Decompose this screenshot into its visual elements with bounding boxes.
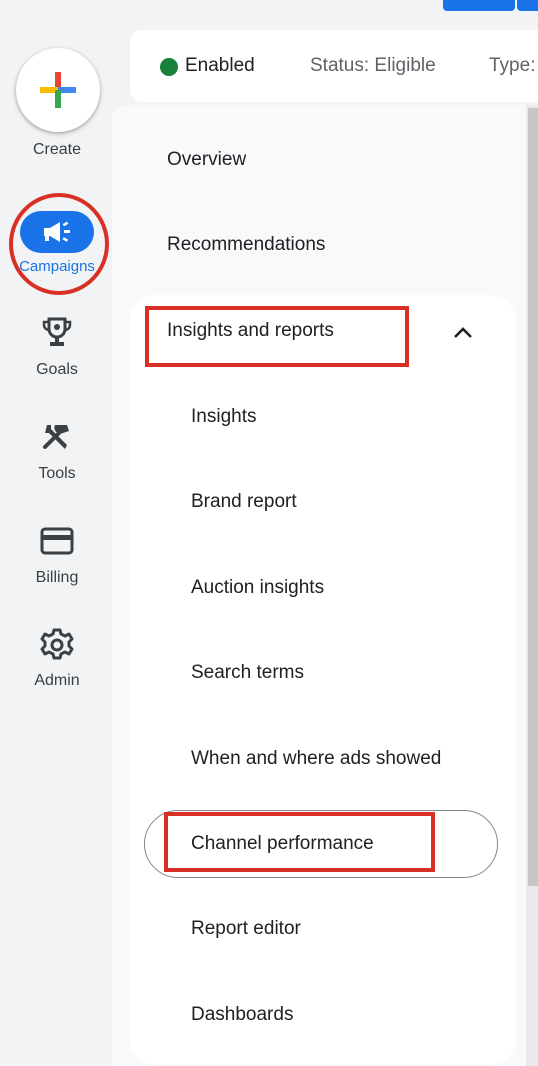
status-enabled-dot-icon [160,58,178,76]
create-label: Create [32,141,82,158]
nav-tools-button[interactable] [38,418,76,456]
nav-goals-button[interactable] [38,314,76,352]
tools-icon [43,425,69,449]
status-enabled-dropdown[interactable]: Enabled [185,55,255,77]
nav-tools-label[interactable]: Tools [0,465,114,483]
campaign-type-text: Type: [489,55,536,76]
nav-search-terms[interactable]: Search terms [191,662,304,684]
channel-performance-highlight-box [164,812,435,872]
campaigns-highlight-circle [9,193,109,295]
top-action-button[interactable] [443,0,515,11]
create-button[interactable] [16,48,100,132]
gear-icon [40,628,74,660]
plus-icon [40,72,76,108]
nav-brand-report[interactable]: Brand report [191,491,297,513]
scrollbar-thumb[interactable] [528,108,538,886]
section-highlight-box [145,306,409,367]
nav-overview[interactable]: Overview [167,149,246,171]
status-eligible-text: Status: Eligible [310,55,436,76]
insights-reports-section [130,295,516,1065]
chevron-up-icon[interactable] [450,320,476,346]
nav-goals-label[interactable]: Goals [0,361,114,379]
nav-when-where-ads-showed[interactable]: When and where ads showed [191,748,441,770]
nav-report-editor[interactable]: Report editor [191,918,301,940]
nav-auction-insights[interactable]: Auction insights [191,577,324,599]
trophy-icon [42,317,72,346]
campaign-status-bar: Enabled Status: Eligible Type: [130,30,538,102]
nav-billing-button[interactable] [38,522,76,560]
nav-billing-label[interactable]: Billing [0,569,114,587]
nav-dashboards[interactable]: Dashboards [191,1004,293,1026]
nav-insights[interactable]: Insights [191,406,256,428]
credit-card-icon [40,527,74,555]
nav-admin-label[interactable]: Admin [0,672,114,690]
top-action-dropdown[interactable] [517,0,538,11]
nav-admin-button[interactable] [38,626,76,664]
nav-recommendations[interactable]: Recommendations [167,234,325,256]
